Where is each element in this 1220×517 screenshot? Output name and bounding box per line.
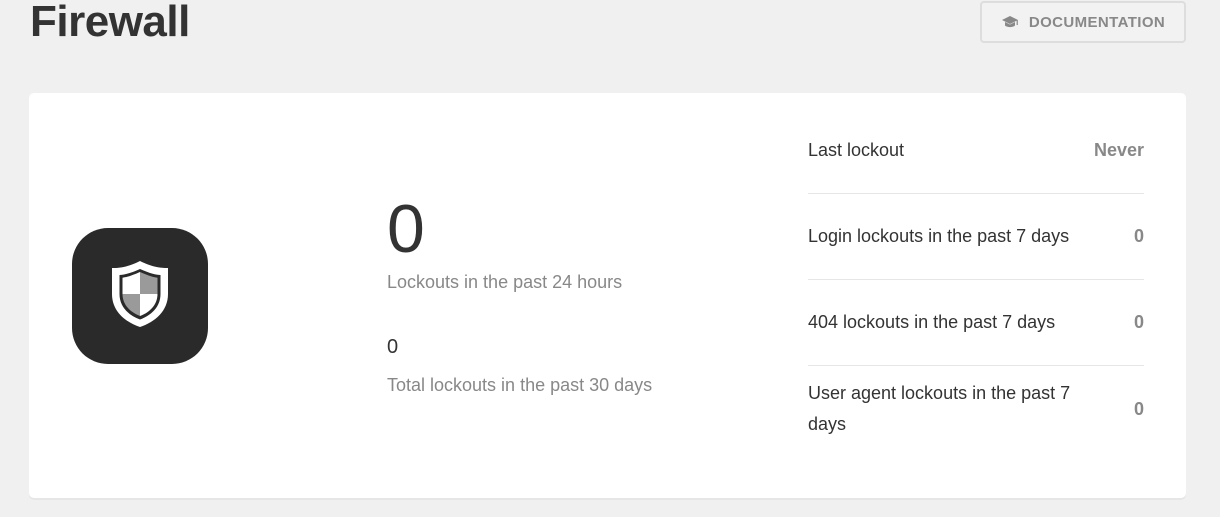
lockout-summary-list: Last lockout Never Login lockouts in the…: [808, 108, 1144, 452]
firewall-summary-card: 0 Lockouts in the past 24 hours 0 Total …: [29, 93, 1186, 498]
404-lockouts-value: 0: [1133, 312, 1144, 332]
lockouts-24h-label: Lockouts in the past 24 hours: [387, 272, 623, 292]
login-lockouts-value: 0: [1133, 226, 1144, 246]
last-lockout-row: Last lockout Never: [808, 108, 1144, 194]
lockouts-30d-label: Total lockouts in the past 30 days: [387, 375, 653, 395]
last-lockout-value: Never: [1093, 140, 1144, 160]
404-lockouts-row: 404 lockouts in the past 7 days 0: [808, 280, 1144, 366]
page-title: Firewall: [30, 0, 190, 46]
user-agent-lockouts-value: 0: [1133, 398, 1144, 419]
firewall-icon-tile: [72, 228, 208, 364]
lockouts-24h-value: 0: [387, 191, 425, 267]
user-agent-lockouts-label: User agent lockouts in the past 7 days: [808, 383, 1071, 434]
login-lockouts-label: Login lockouts in the past 7 days: [808, 226, 1070, 246]
documentation-button-label: DOCUMENTATION: [1028, 13, 1166, 31]
lockouts-30d-value: 0: [387, 336, 399, 358]
last-lockout-label: Last lockout: [808, 140, 905, 160]
documentation-button[interactable]: DOCUMENTATION: [980, 1, 1186, 43]
404-lockouts-label: 404 lockouts in the past 7 days: [808, 312, 1056, 332]
login-lockouts-row: Login lockouts in the past 7 days 0: [808, 194, 1144, 280]
user-agent-lockouts-row: User agent lockouts in the past 7 days 0: [808, 366, 1144, 452]
graduation-cap-icon: [1001, 15, 1019, 29]
shield-icon: [107, 258, 173, 335]
